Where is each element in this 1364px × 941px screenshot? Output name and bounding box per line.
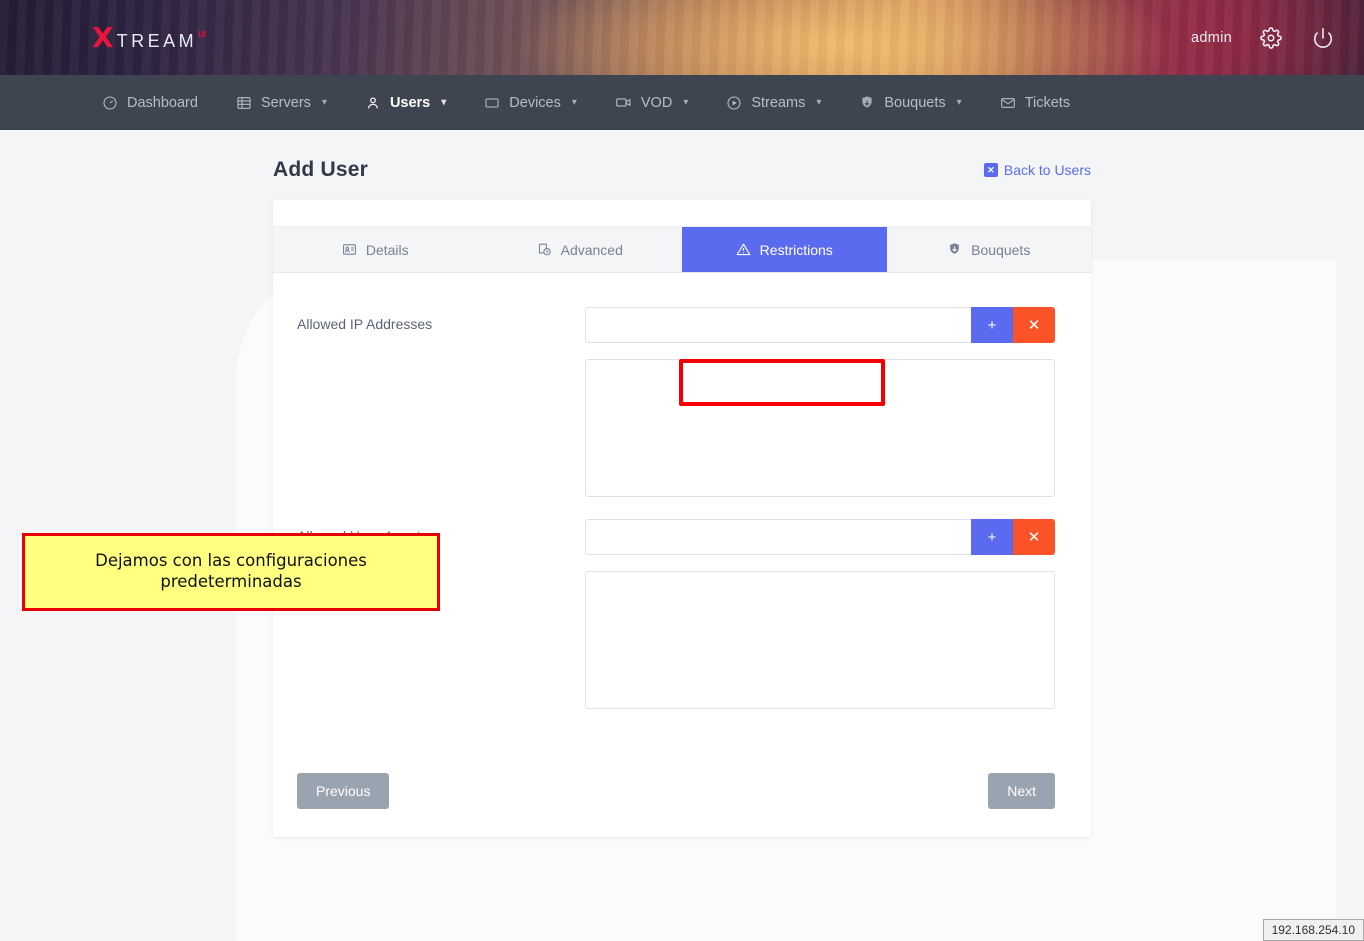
allowed-ip-label: Allowed IP Addresses [297, 316, 433, 332]
tab-label-details: Details [365, 241, 409, 258]
annotation-callout: Dejamos con las configuraciones predeter… [22, 533, 440, 611]
back-to-users-label: Back to Users [1003, 162, 1091, 178]
allowed-ip-list[interactable] [585, 359, 1055, 497]
current-username: admin [1191, 29, 1232, 46]
bouquets-icon [947, 242, 962, 257]
nav-label-devices: Devices [509, 94, 561, 111]
nav-label-dashboard: Dashboard [127, 94, 198, 111]
restrictions-form: Allowed IP Addresses + ✕ Allowed User-Ag… [273, 273, 1091, 761]
allowed-useragent-input[interactable] [585, 519, 971, 555]
tab-bouquets[interactable]: Bouquets [887, 227, 1092, 272]
streams-icon [726, 95, 742, 111]
wizard-tabs: Details Advanced Restrictions Bouquets [273, 226, 1091, 273]
app-screen: X TREAM UI admin Dashboard Servers ▾ Use… [0, 0, 1364, 941]
id-card-icon [342, 242, 357, 257]
power-icon[interactable] [1310, 25, 1336, 51]
chevron-down-icon: ▾ [683, 97, 689, 108]
page-header: Add User ✕ Back to Users [273, 158, 1091, 200]
users-icon [365, 95, 381, 111]
add-user-card: Details Advanced Restrictions Bouquets A… [273, 200, 1091, 837]
chevron-down-icon: ▾ [321, 97, 327, 108]
dashboard-icon [102, 95, 118, 111]
tickets-icon [1000, 95, 1016, 111]
allowed-ip-row: Allowed IP Addresses + ✕ [297, 307, 1055, 343]
app-header: X TREAM UI admin [0, 0, 1364, 75]
bouquets-icon [859, 95, 875, 111]
nav-item-servers[interactable]: Servers ▾ [222, 75, 341, 130]
main-navigation: Dashboard Servers ▾ Users ▾ Devices ▾ VO… [0, 75, 1364, 139]
logo-x-letter: X [92, 20, 116, 54]
next-button[interactable]: Next [988, 773, 1055, 809]
page-title: Add User [273, 158, 368, 181]
back-to-users-link[interactable]: ✕ Back to Users [983, 162, 1091, 178]
logo-superscript: UI [198, 29, 207, 39]
tab-details[interactable]: Details [273, 227, 478, 272]
nav-item-dashboard[interactable]: Dashboard [88, 75, 212, 130]
page-content: Add User ✕ Back to Users Details Advance… [0, 130, 1364, 941]
remove-ip-button[interactable]: ✕ [1013, 307, 1055, 343]
nav-item-tickets[interactable]: Tickets [986, 75, 1084, 130]
card-top-strip [273, 200, 1091, 226]
chevron-down-icon: ▾ [816, 97, 822, 108]
tab-label-bouquets: Bouquets [971, 241, 1031, 258]
nav-label-vod: VOD [640, 94, 673, 111]
nav-item-devices[interactable]: Devices ▾ [470, 75, 591, 130]
nav-item-vod[interactable]: VOD ▾ [601, 75, 702, 130]
allowed-ip-input[interactable] [585, 307, 971, 343]
tab-restrictions[interactable]: Restrictions [682, 227, 887, 272]
servers-icon [236, 95, 252, 111]
nav-label-streams: Streams [751, 94, 806, 111]
warning-triangle-icon [736, 242, 751, 257]
chevron-down-icon: ▾ [956, 97, 962, 108]
nav-item-bouquets[interactable]: Bouquets ▾ [845, 75, 975, 130]
vod-icon [615, 94, 632, 111]
add-ip-button[interactable]: + [971, 307, 1013, 343]
tab-label-restrictions: Restrictions [759, 241, 833, 258]
chevron-down-icon: ▾ [571, 97, 577, 108]
ip-address-badge: 192.168.254.10 [1262, 919, 1364, 941]
nav-label-bouquets: Bouquets [884, 94, 946, 111]
devices-icon [484, 95, 500, 111]
nav-label-servers: Servers [260, 94, 311, 111]
nav-item-users[interactable]: Users ▾ [351, 75, 460, 130]
tab-label-advanced: Advanced [560, 241, 623, 258]
remove-useragent-button[interactable]: ✕ [1013, 519, 1055, 555]
add-useragent-button[interactable]: + [971, 519, 1013, 555]
nav-label-tickets: Tickets [1024, 94, 1071, 111]
nav-label-users: Users [389, 94, 431, 111]
chevron-down-icon: ▾ [441, 97, 447, 108]
close-icon: ✕ [983, 163, 998, 177]
logo-text: TREAM [116, 30, 198, 51]
previous-button[interactable]: Previous [297, 773, 390, 809]
advanced-settings-icon [537, 242, 552, 257]
wizard-footer: Previous Next [273, 761, 1091, 837]
gear-icon[interactable] [1258, 25, 1284, 51]
allowed-useragent-list[interactable] [585, 571, 1055, 709]
tab-advanced[interactable]: Advanced [478, 227, 683, 272]
allowed-ip-list-row [297, 359, 1055, 497]
xtream-logo[interactable]: X TREAM UI [92, 20, 207, 54]
nav-item-streams[interactable]: Streams ▾ [712, 75, 835, 130]
